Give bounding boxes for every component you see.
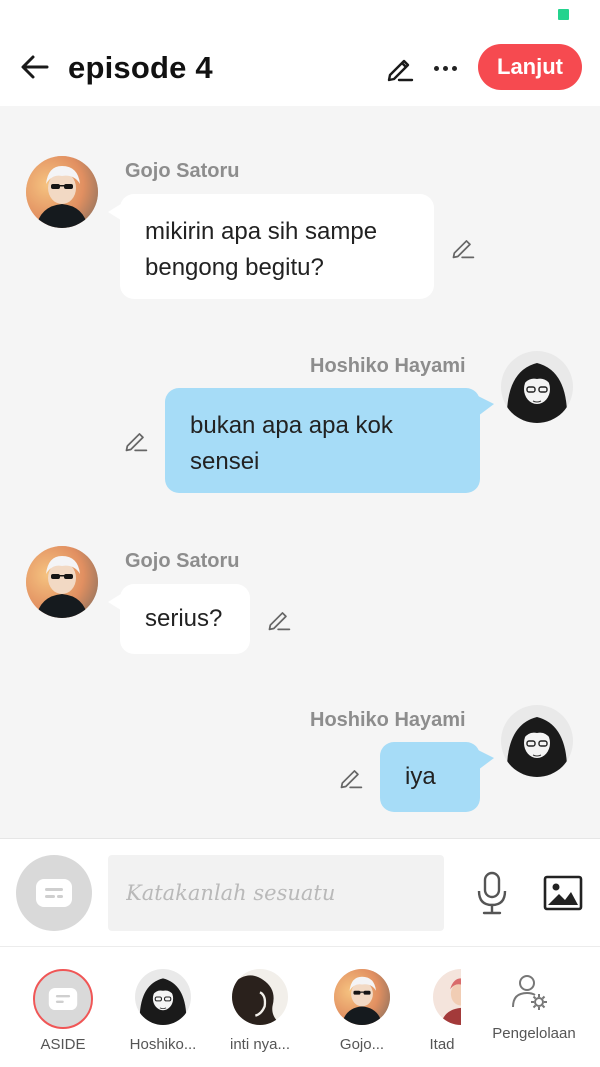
message-line: bukan apa apa kok — [190, 412, 393, 439]
message-line: iya — [405, 763, 436, 790]
aside-toggle-button[interactable] — [16, 855, 92, 931]
pencil-icon — [387, 59, 414, 82]
avatar-gojo[interactable] — [26, 156, 98, 228]
character-label: ASIDE — [40, 1036, 86, 1053]
avatar-hoshiko[interactable] — [501, 351, 573, 423]
header: episode 4 Lanjut — [0, 28, 600, 106]
message-bubble[interactable]: bukan apa apa kok sensei — [165, 388, 480, 493]
character-label: Pengelolaan — [492, 1025, 576, 1042]
more-icon — [433, 65, 439, 71]
edit-message-button[interactable] — [262, 602, 296, 636]
status-indicator — [558, 9, 569, 20]
sender-name: Hoshiko Hayami — [310, 355, 466, 377]
character-hoshiko[interactable]: Hoshiko... — [113, 947, 213, 1067]
pencil-icon — [268, 612, 291, 631]
message-line: bengong begitu? — [145, 254, 324, 281]
character-itad[interactable]: Itad — [413, 947, 461, 1067]
message-bubble[interactable]: mikirin apa sih sampe bengong begitu? — [120, 194, 434, 299]
pencil-icon — [452, 240, 475, 259]
microphone-icon — [477, 871, 507, 915]
edit-title-button[interactable] — [380, 48, 420, 88]
bubble-tail — [478, 396, 494, 416]
avatar-hoshiko[interactable] — [501, 705, 573, 777]
user-gear-icon — [512, 975, 547, 1010]
aside-avatar — [33, 969, 93, 1029]
microphone-button[interactable] — [470, 869, 514, 917]
pencil-icon — [125, 433, 148, 452]
status-bar — [0, 0, 600, 28]
sender-name: Hoshiko Hayami — [310, 709, 466, 731]
character-aside[interactable]: ASIDE — [13, 947, 113, 1067]
message-bubble[interactable]: iya — [380, 742, 480, 812]
message-bubble[interactable]: serius? — [120, 584, 250, 654]
avatar — [232, 969, 288, 1025]
chat-area[interactable]: Gojo Satoru mikirin apa sih sampe bengon… — [0, 106, 600, 838]
back-button[interactable] — [14, 46, 56, 88]
avatar — [433, 969, 461, 1025]
aside-chat-icon — [36, 879, 72, 907]
input-bar — [0, 838, 600, 946]
edit-message-button[interactable] — [334, 760, 368, 794]
message-line: mikirin apa sih sampe — [145, 218, 378, 245]
image-button[interactable] — [540, 869, 586, 917]
page-title: episode 4 — [68, 50, 213, 85]
avatar — [135, 969, 191, 1025]
character-label: inti nya... — [229, 1036, 291, 1053]
manage-characters-button[interactable]: Pengelolaan — [478, 947, 590, 1067]
sender-name: Gojo Satoru — [125, 160, 240, 182]
message-line: serius? — [145, 605, 223, 632]
edit-message-button[interactable] — [446, 230, 480, 264]
next-button[interactable]: Lanjut — [478, 44, 582, 90]
more-button[interactable] — [427, 48, 463, 88]
avatar-gojo[interactable] — [26, 546, 98, 618]
character-bar: ASIDE Hoshiko... inti nya... Gojo... Ita… — [0, 946, 600, 1067]
character-label: Gojo... — [339, 1036, 385, 1053]
back-arrow-icon — [21, 55, 49, 79]
sender-name: Gojo Satoru — [125, 550, 240, 572]
character-label: Itad — [429, 1036, 455, 1053]
avatar — [334, 969, 390, 1025]
message-line: sensei — [190, 448, 260, 475]
aside-chat-icon — [48, 987, 78, 1011]
pencil-icon — [340, 770, 363, 789]
message-input[interactable] — [108, 855, 444, 931]
character-gojo[interactable]: Gojo... — [312, 947, 412, 1067]
edit-message-button[interactable] — [119, 423, 153, 457]
image-icon — [543, 875, 583, 911]
character-label: Hoshiko... — [129, 1036, 197, 1053]
bubble-tail — [478, 750, 494, 770]
character-inti-nya[interactable]: inti nya... — [210, 947, 310, 1067]
